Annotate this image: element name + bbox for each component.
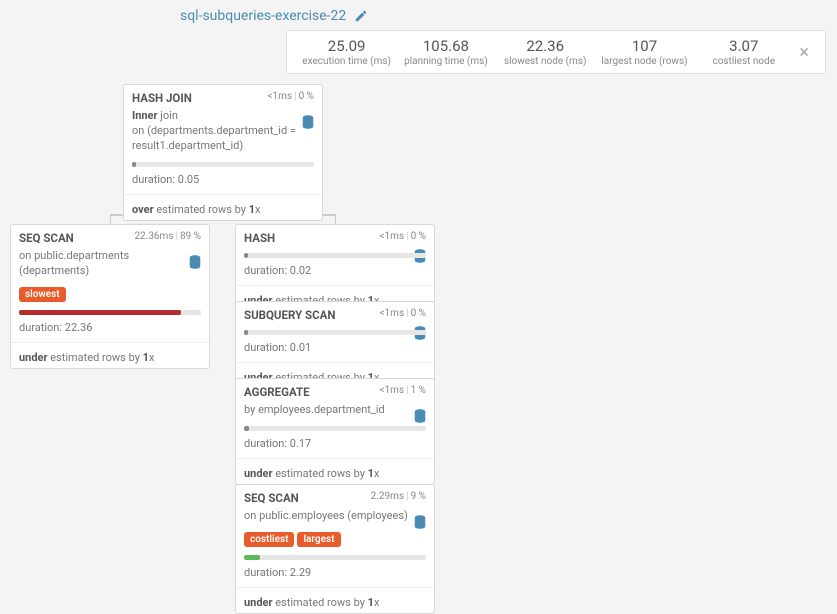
node-detail: Inner join on (departments.department_id… bbox=[124, 109, 322, 158]
badges: slowest bbox=[11, 283, 209, 306]
badges: costliestlargest bbox=[236, 528, 434, 551]
database-icon bbox=[302, 115, 314, 129]
summary-value: 25.09 bbox=[297, 37, 396, 55]
node-hash[interactable]: HASH <1ms|0 % duration: 0.02 under estim… bbox=[235, 224, 435, 312]
node-estimate: over estimated rows by 1x bbox=[124, 199, 322, 220]
summary-label: slowest node (ms) bbox=[496, 56, 595, 67]
node-meta: <1ms|1 % bbox=[379, 385, 426, 399]
node-title: HASH bbox=[244, 231, 275, 245]
node-subquery-scan[interactable]: SUBQUERY SCAN <1ms|0 % duration: 0.01 un… bbox=[235, 301, 435, 389]
summary-value: 107 bbox=[595, 37, 694, 55]
summary-costliest-node: 3.07 costliest node bbox=[694, 37, 793, 67]
node-meta: 2.29ms|9 % bbox=[371, 491, 426, 505]
node-estimate: under estimated rows by 1x bbox=[236, 463, 434, 484]
progress-bar bbox=[244, 426, 426, 431]
badge-slowest: slowest bbox=[19, 287, 66, 302]
badge-costliest: costliest bbox=[244, 532, 294, 547]
summary-value: 3.07 bbox=[694, 37, 793, 55]
progress-bar bbox=[244, 555, 426, 560]
node-meta: <1ms|0 % bbox=[379, 308, 426, 322]
summary-label: planning time (ms) bbox=[396, 56, 495, 67]
node-duration: duration: 0.01 bbox=[236, 337, 434, 358]
node-duration: duration: 0.05 bbox=[124, 169, 322, 190]
node-duration: duration: 22.36 bbox=[11, 317, 209, 338]
badge-largest: largest bbox=[297, 532, 340, 547]
close-icon[interactable]: × bbox=[793, 42, 815, 63]
database-icon bbox=[414, 515, 426, 529]
progress-bar bbox=[19, 310, 201, 315]
summary-value: 105.68 bbox=[396, 37, 495, 55]
progress-bar bbox=[132, 162, 314, 167]
node-estimate: under estimated rows by 1x bbox=[236, 592, 434, 613]
edit-icon[interactable] bbox=[354, 9, 368, 23]
database-icon bbox=[414, 409, 426, 423]
page-title: sql-subqueries-exercise-22 bbox=[180, 8, 346, 24]
node-hash-join[interactable]: HASH JOIN <1ms|0 % Inner join on (depart… bbox=[123, 84, 323, 221]
node-aggregate[interactable]: AGGREGATE <1ms|1 % by employees.departme… bbox=[235, 378, 435, 485]
progress-bar bbox=[244, 253, 426, 258]
node-duration: duration: 2.29 bbox=[236, 562, 434, 583]
database-icon bbox=[189, 255, 201, 269]
node-title: AGGREGATE bbox=[244, 385, 310, 399]
summary-largest-node: 107 largest node (rows) bbox=[595, 37, 694, 67]
summary-label: execution time (ms) bbox=[297, 56, 396, 67]
connector bbox=[335, 214, 336, 224]
node-detail: by employees.department_id bbox=[236, 403, 434, 422]
summary-bar: 25.09 execution time (ms) 105.68 plannin… bbox=[286, 30, 826, 74]
summary-label: costliest node bbox=[694, 56, 793, 67]
node-duration: duration: 0.02 bbox=[236, 260, 434, 281]
node-meta: <1ms|0 % bbox=[379, 231, 426, 245]
node-title: SEQ SCAN bbox=[244, 491, 299, 505]
summary-value: 22.36 bbox=[496, 37, 595, 55]
node-duration: duration: 0.17 bbox=[236, 433, 434, 454]
node-seq-scan-departments[interactable]: SEQ SCAN 22.36ms|89 % on public.departme… bbox=[10, 224, 210, 369]
node-title: SUBQUERY SCAN bbox=[244, 308, 336, 322]
connector bbox=[110, 214, 111, 224]
plan-canvas: HASH JOIN <1ms|0 % Inner join on (depart… bbox=[0, 84, 837, 584]
summary-label: largest node (rows) bbox=[595, 56, 694, 67]
node-seq-scan-employees[interactable]: SEQ SCAN 2.29ms|9 % on public.employees … bbox=[235, 484, 435, 614]
node-title: HASH JOIN bbox=[132, 91, 192, 105]
node-meta: 22.36ms|89 % bbox=[134, 231, 201, 245]
summary-slowest-node: 22.36 slowest node (ms) bbox=[496, 37, 595, 67]
node-detail: on public.departments (departments) bbox=[11, 249, 209, 283]
summary-planning-time: 105.68 planning time (ms) bbox=[396, 37, 495, 67]
page-title-bar: sql-subqueries-exercise-22 bbox=[180, 8, 368, 24]
progress-bar bbox=[244, 330, 426, 335]
node-detail: on public.employees (employees) bbox=[236, 509, 434, 528]
node-meta: <1ms|0 % bbox=[267, 91, 314, 105]
summary-execution-time: 25.09 execution time (ms) bbox=[297, 37, 396, 67]
node-estimate: under estimated rows by 1x bbox=[11, 347, 209, 368]
node-title: SEQ SCAN bbox=[19, 231, 74, 245]
